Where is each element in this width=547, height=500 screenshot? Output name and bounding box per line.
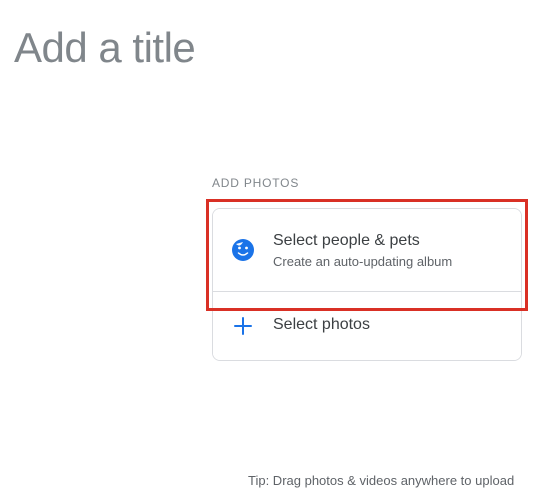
plus-icon	[231, 314, 255, 338]
option-title: Select people & pets	[273, 231, 452, 252]
tip-text: Tip: Drag photos & videos anywhere to up…	[248, 473, 514, 488]
option-subtitle: Create an auto-updating album	[273, 254, 452, 269]
option-text: Select photos	[273, 315, 370, 336]
option-title: Select photos	[273, 315, 370, 336]
face-icon	[231, 238, 255, 262]
add-photos-label: ADD PHOTOS	[212, 176, 299, 190]
select-people-pets-option[interactable]: Select people & pets Create an auto-upda…	[213, 209, 521, 291]
option-text: Select people & pets Create an auto-upda…	[273, 231, 452, 269]
add-photos-options: Select people & pets Create an auto-upda…	[212, 208, 522, 361]
album-title-input[interactable]: Add a title	[14, 24, 195, 72]
select-photos-option[interactable]: Select photos	[213, 291, 521, 360]
